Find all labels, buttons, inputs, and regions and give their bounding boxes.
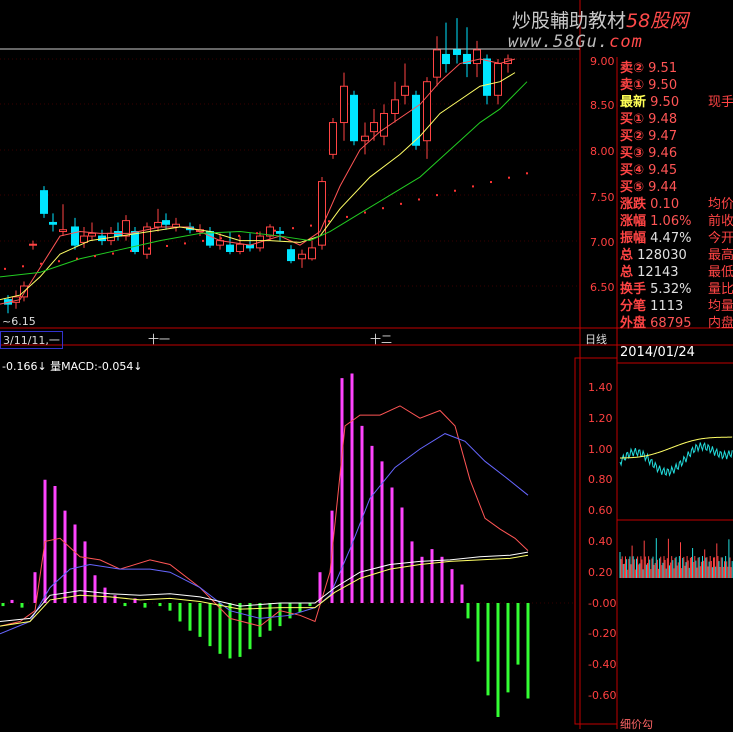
macd-tick-label: 0.60 <box>588 504 613 518</box>
candle-body <box>483 58 491 96</box>
candle-body <box>401 85 409 96</box>
candle-body <box>71 226 79 246</box>
candle-body <box>494 63 502 96</box>
trend-dot <box>130 250 132 253</box>
intraday-date: 2014/01/24 <box>620 345 695 360</box>
candle-body <box>361 135 369 142</box>
trend-dot <box>454 189 456 192</box>
candle-body <box>453 49 461 55</box>
macd-tick-label: -0.20 <box>588 627 617 641</box>
trend-dot <box>382 207 384 210</box>
trend-dot <box>310 224 312 227</box>
candle-body <box>162 220 170 225</box>
trend-dot <box>400 202 402 205</box>
ma5-line <box>0 58 516 305</box>
month-tick-label: 十二 <box>370 333 392 346</box>
bottom-tab-text[interactable]: 细价勾 <box>620 716 653 732</box>
macd-tick-label: 1.20 <box>588 411 613 425</box>
trend-dot <box>328 220 330 223</box>
quote-value: 68795 <box>646 316 692 331</box>
trend-dot <box>112 252 114 255</box>
low-price-marker: ~6.15 <box>2 315 36 328</box>
trend-dot <box>292 227 294 230</box>
trend-dot <box>22 265 24 268</box>
trend-dot <box>166 244 168 247</box>
price-tick-label: 7.50 <box>590 191 615 204</box>
candle-body <box>370 122 378 133</box>
candle-body <box>433 49 441 78</box>
macd-indicator-text: -0.166↓ 量MACD:-0.054↓ <box>2 360 143 373</box>
macd-tick-label: -0.40 <box>588 658 617 672</box>
ma10-line <box>0 72 516 301</box>
candle-body <box>40 190 48 214</box>
candle-body <box>350 94 358 142</box>
candle-body <box>329 122 337 155</box>
macd-tick-label: 0.80 <box>588 473 613 487</box>
macd-tick-label: 0.20 <box>588 565 613 579</box>
candle-body <box>206 231 214 246</box>
trend-dot <box>4 267 6 270</box>
candle-body <box>473 49 481 65</box>
macd-tick-label: 0.40 <box>588 535 613 548</box>
candle-body <box>59 229 67 233</box>
trend-dot <box>202 239 204 242</box>
trend-dot <box>526 172 528 175</box>
macd-dif-line <box>0 405 529 627</box>
trend-dot <box>508 176 510 179</box>
candle-body <box>88 232 96 237</box>
candle-body <box>143 226 151 255</box>
period-label[interactable]: 日线 <box>585 331 607 347</box>
watermark-url: www.58Gu.com <box>508 32 643 52</box>
candle-body <box>423 81 431 142</box>
quote-label: 外盘 <box>620 316 647 331</box>
price-tick-label: 8.50 <box>590 99 615 112</box>
date-label: 3/11/11,一 <box>0 331 63 349</box>
trend-dot <box>490 181 492 184</box>
price-tick-label: 6.50 <box>590 281 615 294</box>
macd-tick-label: -0.00 <box>588 596 617 610</box>
price-tick-label: 7.00 <box>590 236 615 249</box>
macd-tick-label: 1.00 <box>588 442 613 456</box>
candle-body <box>226 244 234 252</box>
quote-right-label: 内盘5 <box>708 316 733 331</box>
trend-dot <box>76 257 78 260</box>
trend-dot <box>364 211 366 214</box>
candle-body <box>154 221 162 228</box>
quote-row: 外盘 68795 内盘5 <box>620 312 733 331</box>
trend-dot <box>40 262 42 265</box>
trend-dot <box>472 185 474 188</box>
month-tick-label: 十一 <box>148 333 170 346</box>
candle-body <box>298 253 306 260</box>
trend-dot <box>238 234 240 237</box>
macd-slow-line <box>0 551 529 622</box>
trend-dot <box>94 255 96 258</box>
price-tick-label: 8.00 <box>590 145 615 158</box>
candle-body <box>340 85 348 124</box>
trend-dot <box>346 215 348 218</box>
trend-dot <box>418 198 420 201</box>
trend-dot <box>274 229 276 232</box>
trend-dot <box>256 232 258 235</box>
candle-body <box>391 99 399 114</box>
trend-dot <box>148 247 150 250</box>
intraday-price-line <box>619 441 733 477</box>
candle-body <box>308 247 316 260</box>
trend-dot <box>184 242 186 245</box>
watermark-title: 炒股輔助教材58股网 <box>512 10 689 32</box>
candle-body <box>276 231 284 234</box>
candle-body <box>236 243 244 252</box>
candle-body <box>29 243 37 246</box>
candle-body <box>287 249 295 262</box>
trend-dot <box>220 237 222 240</box>
candle-body <box>442 53 450 65</box>
price-tick-label: 9.00 <box>590 55 615 68</box>
candle-body <box>80 235 88 243</box>
candle-body <box>380 112 388 137</box>
trend-dot <box>58 260 60 263</box>
trend-dot <box>436 194 438 197</box>
macd-tick-label: -0.60 <box>588 689 617 702</box>
macd-tick-label: 1.40 <box>588 381 613 394</box>
candle-body <box>49 221 57 225</box>
